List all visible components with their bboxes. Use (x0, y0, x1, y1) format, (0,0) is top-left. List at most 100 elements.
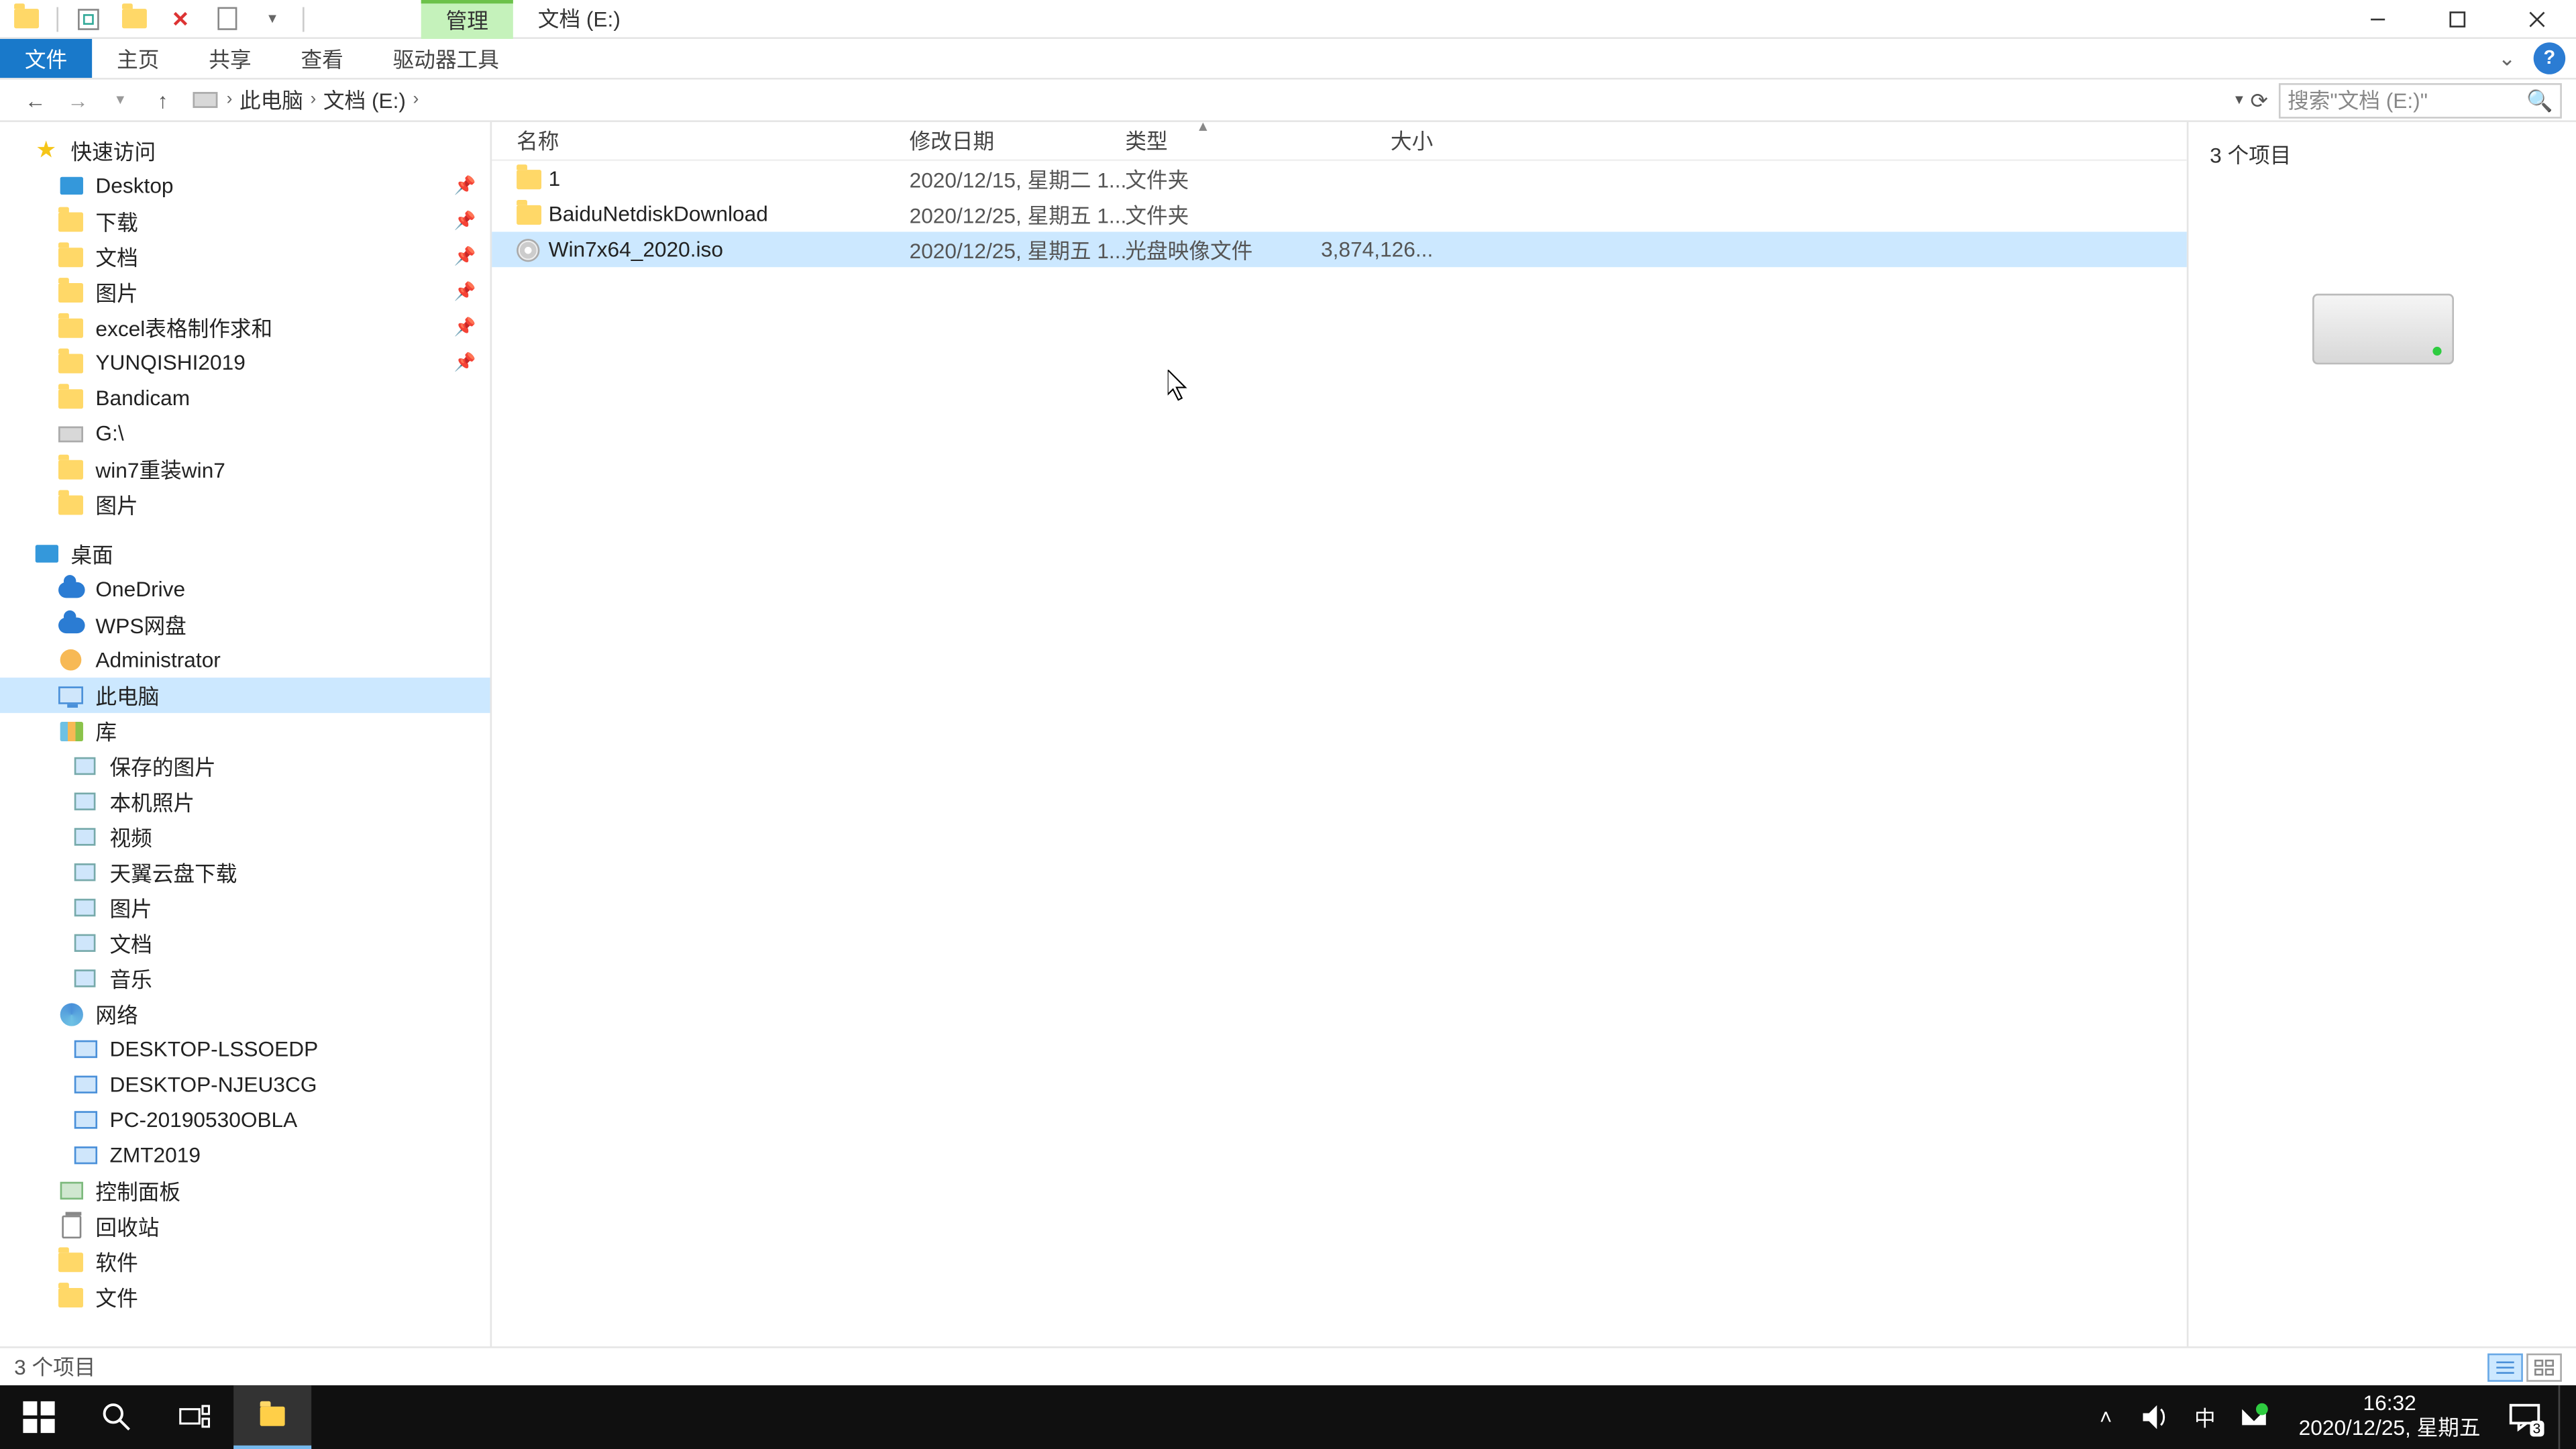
show-desktop-button[interactable] (2559, 1385, 2569, 1449)
sidebar-item[interactable]: 文档📌 (0, 239, 490, 274)
sidebar-item[interactable]: Administrator (0, 642, 490, 678)
qat-delete-icon[interactable]: ✕ (161, 0, 200, 38)
column-name[interactable]: 名称 (517, 125, 909, 156)
sidebar-item[interactable]: DESKTOP-NJEU3CG (0, 1067, 490, 1102)
column-headers[interactable]: ▲ 名称 修改日期 类型 大小 (492, 122, 2187, 161)
column-date[interactable]: 修改日期 (910, 125, 1126, 156)
breadcrumb-segment[interactable]: 文档 (E:) (323, 85, 406, 115)
sidebar-item[interactable]: 图片 (0, 486, 490, 522)
sidebar-item[interactable]: 本机照片 (0, 784, 490, 819)
qat-dropdown-icon[interactable]: ▾ (253, 0, 292, 38)
sidebar-item[interactable]: 音乐 (0, 961, 490, 996)
chevron-right-icon[interactable]: › (413, 91, 419, 110)
folder-icon (56, 349, 85, 377)
sidebar-item[interactable]: excel表格制作求和📌 (0, 310, 490, 345)
maximize-button[interactable] (2417, 0, 2497, 38)
file-row[interactable]: 12020/12/15, 星期二 1...文件夹 (492, 161, 2187, 197)
sidebar-item[interactable]: 文档 (0, 925, 490, 961)
breadcrumb[interactable]: › 此电脑 › 文档 (E:) › (191, 85, 2235, 115)
sidebar-item[interactable]: 控制面板 (0, 1173, 490, 1209)
ribbon-tab-share[interactable]: 共享 (184, 39, 276, 78)
sidebar-item[interactable]: 此电脑 (0, 678, 490, 713)
refresh-icon[interactable]: ⟳ (2251, 88, 2269, 113)
ribbon-tab-home[interactable]: 主页 (92, 39, 184, 78)
sidebar-item[interactable]: YUNQISHI2019📌 (0, 345, 490, 380)
tree-desktop-root[interactable]: 桌面 (0, 536, 490, 572)
sidebar-item[interactable]: Desktop📌 (0, 168, 490, 204)
view-large-icons-button[interactable] (2526, 1352, 2562, 1381)
tree-quick-access[interactable]: ★ 快速访问 (0, 133, 490, 168)
nav-back-button[interactable]: ← (14, 78, 56, 121)
sidebar-item[interactable]: Bandicam (0, 380, 490, 416)
contextual-tab-manage[interactable]: 管理 (421, 0, 513, 38)
nav-forward-button[interactable]: → (56, 78, 99, 121)
taskbar-app-explorer[interactable] (233, 1385, 311, 1449)
action-center-badge: 3 (2529, 1421, 2544, 1437)
sidebar-item[interactable]: win7重装win7 (0, 451, 490, 487)
minimize-button[interactable] (2337, 0, 2417, 38)
pin-icon: 📌 (454, 176, 476, 195)
qat-rename-icon[interactable] (207, 0, 246, 38)
nav-up-button[interactable]: ↑ (142, 78, 184, 121)
sidebar-item[interactable]: G:\ (0, 416, 490, 451)
sidebar-item[interactable]: 库 (0, 713, 490, 749)
sidebar-item[interactable]: OneDrive (0, 572, 490, 607)
search-button[interactable] (78, 1385, 156, 1449)
file-row[interactable]: BaiduNetdiskDownload2020/12/25, 星期五 1...… (492, 197, 2187, 232)
address-dropdown-icon[interactable]: ▾ (2235, 91, 2243, 110)
tray-overflow-icon[interactable]: ˄ (2090, 1401, 2121, 1433)
close-button[interactable] (2496, 0, 2576, 38)
column-size[interactable]: 大小 (1302, 125, 1444, 156)
sidebar-item[interactable]: 图片 (0, 890, 490, 926)
sidebar-item[interactable]: 天翼云盘下载 (0, 855, 490, 890)
sidebar-item[interactable]: 回收站 (0, 1208, 490, 1244)
tray-app-icon[interactable] (2239, 1401, 2270, 1433)
action-center-icon[interactable]: 3 (2509, 1401, 2540, 1433)
desktop-icon (56, 172, 85, 200)
library-icon (56, 716, 85, 745)
system-tray[interactable]: ˄ 中 16:32 2020/12/25, 星期五 3 (2090, 1385, 2576, 1449)
ribbon-expand-icon[interactable]: ⌄ (2481, 39, 2534, 78)
ribbon-tab-file[interactable]: 文件 (0, 39, 92, 78)
sidebar-item[interactable]: DESKTOP-LSSOEDP (0, 1032, 490, 1067)
help-icon[interactable]: ? (2534, 42, 2565, 74)
library-item-icon (70, 822, 99, 851)
chevron-right-icon[interactable]: › (227, 91, 233, 110)
app-icon[interactable] (7, 0, 46, 38)
breadcrumb-segment[interactable]: 此电脑 (239, 85, 303, 115)
sidebar-item[interactable]: 文件 (0, 1279, 490, 1315)
start-button[interactable] (0, 1385, 78, 1449)
column-type[interactable]: 类型 (1125, 125, 1302, 156)
file-name: BaiduNetdiskDownload (549, 202, 910, 227)
taskbar[interactable]: ˄ 中 16:32 2020/12/25, 星期五 3 (0, 1385, 2576, 1449)
sidebar-item[interactable]: WPS网盘 (0, 607, 490, 643)
sidebar-item[interactable]: 下载📌 (0, 203, 490, 239)
sidebar-item[interactable]: PC-20190530OBLA (0, 1102, 490, 1138)
view-details-button[interactable] (2487, 1352, 2523, 1381)
volume-icon[interactable] (2139, 1401, 2171, 1433)
nav-recent-dropdown[interactable]: ▾ (99, 78, 142, 121)
tree-network[interactable]: 网络 (0, 996, 490, 1032)
file-row[interactable]: Win7x64_2020.iso2020/12/25, 星期五 1...光盘映像… (492, 231, 2187, 267)
navigation-pane[interactable]: ★ 快速访问 Desktop📌下载📌文档📌图片📌excel表格制作求和📌YUNQ… (0, 122, 492, 1385)
tree-label: 文档 (110, 928, 152, 958)
ribbon-tab-view[interactable]: 查看 (276, 39, 368, 78)
qat-new-folder-icon[interactable] (115, 0, 154, 38)
address-bar-row: ← → ▾ ↑ › 此电脑 › 文档 (E:) › ▾ ⟳ 搜索"文档 (E:)… (0, 80, 2576, 122)
tree-label: 此电脑 (95, 680, 159, 710)
sidebar-item[interactable]: 图片📌 (0, 274, 490, 310)
ime-indicator[interactable]: 中 (2189, 1401, 2220, 1433)
sidebar-item[interactable]: 视频 (0, 819, 490, 855)
file-list[interactable]: ▲ 名称 修改日期 类型 大小 12020/12/15, 星期二 1...文件夹… (492, 122, 2187, 1385)
taskbar-clock[interactable]: 16:32 2020/12/25, 星期五 (2288, 1393, 2491, 1442)
task-view-button[interactable] (156, 1385, 233, 1449)
chevron-right-icon[interactable]: › (310, 91, 316, 110)
qat-properties-icon[interactable] (69, 0, 108, 38)
search-input[interactable]: 搜索"文档 (E:)" 🔍 (2279, 83, 2562, 118)
ribbon-tab-drive-tools[interactable]: 驱动器工具 (368, 39, 524, 78)
sidebar-item[interactable]: 保存的图片 (0, 749, 490, 784)
file-date: 2020/12/25, 星期五 1... (910, 199, 1126, 229)
sidebar-item[interactable]: ZMT2019 (0, 1138, 490, 1173)
sidebar-item[interactable]: 软件 (0, 1244, 490, 1279)
search-icon[interactable]: 🔍 (2526, 88, 2553, 113)
